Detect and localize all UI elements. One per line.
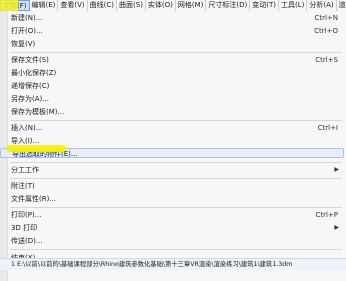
menu-item-shortcut: Ctrl+O — [314, 27, 338, 35]
menu-item-incremental-save[interactable]: 递增保存(C) — [0, 81, 344, 91]
menu-surface[interactable]: 曲面(S) — [117, 0, 146, 11]
submenu-arrow-icon: ▶ — [334, 166, 339, 173]
menu-item-label: 导出选取的物件(E)... — [12, 150, 78, 158]
menu-item-shortcut: Ctrl+I — [317, 124, 338, 132]
menu-item-shortcut: Ctrl+S — [315, 56, 338, 64]
menu-item-label: 恢复(V) — [11, 40, 36, 48]
menu-item-label: 导入(I)... — [11, 137, 40, 145]
menu-separator — [10, 162, 342, 163]
menu-item-label: 插入(N)... — [11, 124, 43, 132]
menu-item-save-as-template[interactable]: 保存为模板(M)... — [0, 107, 344, 117]
menu-item-save-small[interactable]: 最小化保存(Z) — [0, 68, 344, 78]
menu-item-label: 递增保存(C) — [11, 82, 50, 90]
menu-mesh[interactable]: 网格(M) — [176, 0, 207, 11]
menu-separator — [10, 120, 342, 121]
menu-separator — [10, 178, 342, 179]
menu-item-import[interactable]: 导入(I)... — [0, 136, 344, 146]
menu-edit[interactable]: 编辑(E) — [30, 0, 59, 11]
menu-tools[interactable]: 工具(L) — [279, 0, 308, 11]
menu-item-3d-print[interactable]: 3D 打印 ▶ — [0, 223, 344, 233]
menu-item-label: 打印(P)... — [11, 211, 42, 219]
menu-item-open[interactable]: 打开(O)... Ctrl+O — [0, 26, 344, 36]
menu-item-label: 保存文件(S) — [11, 56, 49, 64]
menu-item-revert[interactable]: 恢复(V) — [0, 39, 344, 49]
menu-item-label: 打开(O)... — [11, 27, 43, 35]
menu-render[interactable]: 渲染(R) — [337, 0, 346, 11]
menu-item-properties[interactable]: 文件属性(R)... — [0, 194, 344, 204]
submenu-arrow-icon: ▶ — [334, 224, 339, 231]
menu-item-new[interactable]: 新建(N)... Ctrl+N — [0, 13, 344, 23]
menu-item-recent-file[interactable]: 1 E:\以前\以前的\基础课程部分\Rhino建筑参数化基础\第十三章VR渲染… — [0, 258, 346, 270]
menu-separator — [10, 207, 342, 208]
menu-item-label: 保存为模板(M)... — [11, 108, 65, 116]
menu-item-save[interactable]: 保存文件(S) Ctrl+S — [0, 55, 344, 65]
menu-item-shortcut: Ctrl+N — [314, 14, 338, 22]
menu-item-shortcut: Ctrl+P — [315, 211, 338, 219]
menu-item-worksession[interactable]: 分工工作 ▶ — [0, 165, 344, 175]
menu-item-notes[interactable]: 附注(T) — [0, 181, 344, 191]
menu-item-export-selected[interactable]: 导出选取的物件(E)... — [0, 148, 344, 158]
menu-curve[interactable]: 曲线(C) — [88, 0, 118, 11]
menu-item-send[interactable]: 传送(D)... — [0, 236, 344, 246]
menu-item-label: 文件属性(R)... — [11, 195, 57, 203]
menu-transform[interactable]: 变动(T) — [250, 0, 280, 11]
menu-item-label: 传送(D)... — [11, 237, 43, 245]
menu-item-label: 新建(N)... — [11, 14, 43, 22]
file-dropdown-menu: 新建(N)... Ctrl+N 打开(O)... Ctrl+O 恢复(V) 保存… — [0, 11, 346, 281]
recent-file-path: 1 E:\以前\以前的\基础课程部分\Rhino建筑参数化基础\第十三章VR渲染… — [11, 261, 293, 268]
menu-item-label: 最小化保存(Z) — [11, 69, 57, 77]
menu-separator — [10, 52, 342, 53]
menu-dimension[interactable]: 尺寸标注(D) — [206, 0, 251, 11]
menu-item-label: 另存为(A)... — [11, 95, 49, 103]
menu-analyze[interactable]: 分析(A) — [307, 0, 337, 11]
menu-separator — [10, 249, 342, 250]
menu-solid[interactable]: 实体(O) — [146, 0, 176, 11]
menu-view[interactable]: 查看(V) — [58, 0, 88, 11]
menu-item-label: 分工工作 — [11, 166, 39, 174]
menu-item-label: 附注(T) — [11, 182, 35, 190]
menu-item-insert[interactable]: 插入(N)... Ctrl+I — [0, 123, 344, 133]
menu-item-print[interactable]: 打印(P)... Ctrl+P — [0, 210, 344, 220]
menu-item-label: 3D 打印 — [11, 224, 38, 232]
menu-item-save-as[interactable]: 另存为(A)... — [0, 94, 344, 104]
menu-file[interactable]: 文件(F) — [0, 0, 30, 11]
